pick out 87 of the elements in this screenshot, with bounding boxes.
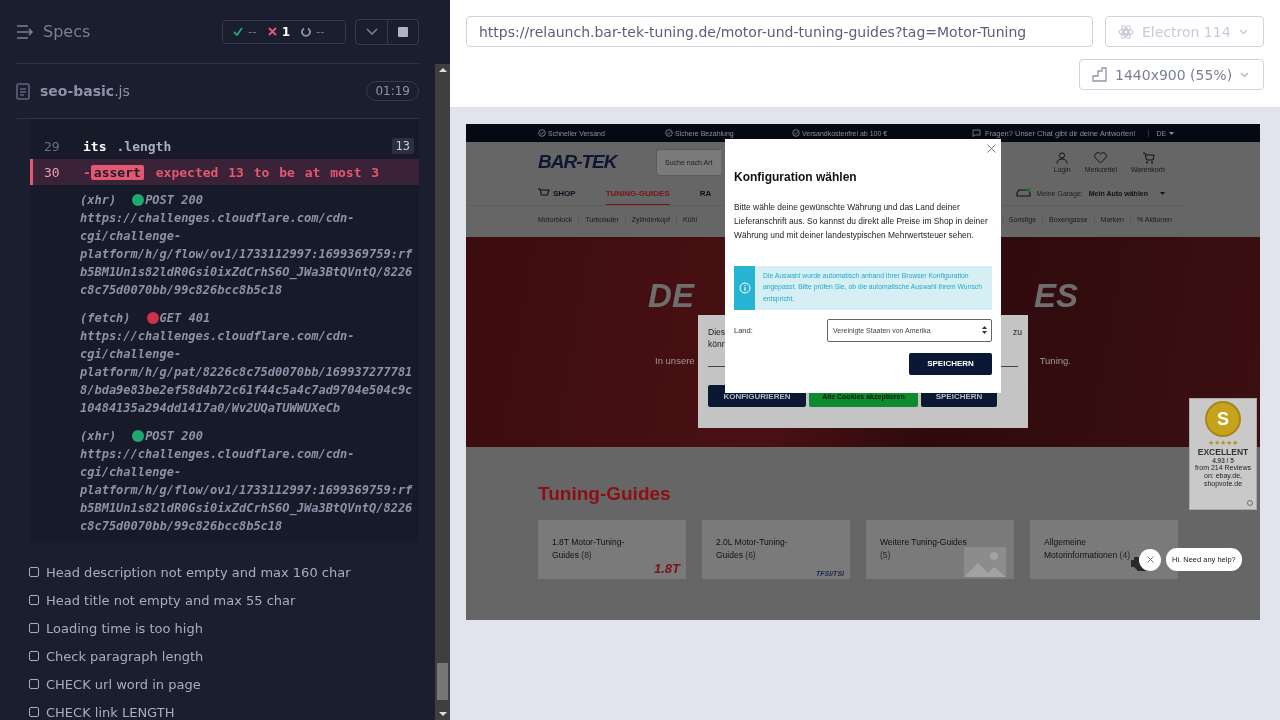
browser-icon <box>1118 23 1134 40</box>
stop-icon <box>398 26 408 37</box>
chat-bubble-icon <box>972 129 981 137</box>
info-icon <box>738 281 751 294</box>
spec-file-name: seo-basic.js <box>40 83 130 99</box>
check-circle-icon <box>792 129 800 137</box>
count-badge: 13 <box>391 138 414 154</box>
hero-subtitle: In unsere <box>655 355 695 366</box>
hero-title: ES <box>1033 277 1078 315</box>
test-status-icon <box>29 679 39 689</box>
image-placeholder-icon <box>964 547 1006 577</box>
section-title: Tuning-Guides <box>538 483 672 505</box>
hero-title: DE <box>648 277 694 315</box>
cart-icon <box>538 188 550 198</box>
test-status-icon <box>29 651 39 661</box>
nav-link[interactable]: SHOP <box>538 182 576 205</box>
cross-icon <box>267 27 277 36</box>
shop-logo[interactable]: BAR-TEK <box>538 151 656 173</box>
command-message: .length <box>116 138 172 154</box>
request-type: (fetch) <box>80 310 131 327</box>
scrollbar[interactable] <box>435 64 450 720</box>
cart-icon <box>1141 151 1155 164</box>
guide-card[interactable]: 1.8T Motor-Tuning-Guides (8) 1.8T <box>538 520 686 579</box>
test-title[interactable]: Head description not empty and max 160 char <box>46 564 351 580</box>
guide-logo: 1.8T <box>654 561 680 576</box>
command-name: assert <box>90 164 144 180</box>
request-status: POST 200 <box>145 192 203 209</box>
caret-icon <box>1169 131 1175 135</box>
test-status-icon <box>29 707 39 717</box>
viewport-select[interactable]: 1440x900 (55%) <box>1079 59 1264 90</box>
test-title[interactable]: Loading time is too high <box>46 620 203 636</box>
line-number: 30 <box>44 164 61 180</box>
test-status-icon <box>29 623 39 633</box>
request-type: (xhr) <box>80 428 117 445</box>
guide-title: Allgemeine Motorinformationen (4) <box>1044 536 1131 562</box>
file-icon <box>16 82 30 100</box>
close-icon <box>1146 556 1154 563</box>
chevron-down-icon <box>1240 71 1250 78</box>
guide-card[interactable]: Weitere Tuning-Guides (5) <box>866 520 1014 579</box>
check-circle-icon <box>665 129 673 137</box>
ruler-icon <box>1092 67 1107 82</box>
cookie-text: Dies <box>708 327 726 337</box>
info-icon[interactable] <box>1247 500 1253 506</box>
panel-title: Specs <box>43 22 91 41</box>
sort-arrows-icon <box>982 326 987 335</box>
user-icon <box>1056 151 1069 164</box>
guide-title: 1.8T Motor-Tuning-Guides (8) <box>552 536 626 562</box>
command-prefix: - <box>83 164 91 180</box>
chevron-down-icon <box>1238 28 1248 35</box>
dialog-title: Konfiguration wählen <box>734 170 858 184</box>
rating-label: EXCELLENT <box>1197 447 1249 457</box>
url-field[interactable]: https://relaunch.bar-tek-tuning.de/motor-und-tuning-guides?tag=Motor-Tuning <box>466 16 1093 47</box>
stat-count: -- <box>316 24 325 39</box>
guide-title: Weitere Tuning-Guides (5) <box>880 536 968 562</box>
request-url: https://challenges.cloudflare.com/cdn-cgi/challenge-platform/h/g/flow/ov1/1733112997:1699369759:rfb5BM1Un1s82ldR0Gsi0ixZdCrhS6O_JWa3BtQVntQ/8226c8c75d0070bb/99c826bcc8b5c18 <box>80 446 413 535</box>
spinner-icon <box>301 26 312 37</box>
request-url: https://challenges.cloudflare.com/cdn-cgi/challenge-platform/h/g/pat/8226c8c75d0070bb/1699372777818/bda9e83be2ef58d4b72c61f44c5a4c7ad9704e504c9c10484135a294dd1417a0/Wv2UQaTUWWUXeCb <box>80 328 413 417</box>
cookie-text: zu <box>1013 327 1022 339</box>
stat-count: 1 <box>281 24 291 39</box>
request-status: GET 401 <box>159 310 211 327</box>
test-title[interactable]: CHECK url word in page <box>46 676 201 692</box>
nav-link[interactable]: RA <box>699 182 712 205</box>
test-title[interactable]: Head title not empty and max 55 char <box>46 592 296 608</box>
command-message: expected 13 to be at most 3 <box>155 164 380 180</box>
line-number: 29 <box>44 138 61 154</box>
request-status: POST 200 <box>145 428 203 445</box>
test-title[interactable]: CHECK link LENGTH <box>46 704 175 720</box>
check-circle-icon <box>538 129 546 137</box>
check-icon <box>233 27 243 36</box>
test-status-icon <box>29 567 39 577</box>
save-button[interactable]: SPEICHERN <box>909 352 992 375</box>
rating-seal: S <box>1205 401 1241 437</box>
menu-icon[interactable] <box>16 24 36 39</box>
request-url: https://challenges.cloudflare.com/cdn-cgi/challenge-platform/h/g/flow/ov1/1733112997:1699369759:rfb5BM1Un1s82ldR0Gsi0ixZdCrhS6O_JWa3BtQVntQ/8226c8c75d0070bb/99c826bcc8b5c18 <box>80 210 413 299</box>
test-title[interactable]: Check paragraph length <box>46 648 204 664</box>
stat-count: -- <box>248 24 257 39</box>
heart-icon <box>1094 151 1108 164</box>
chevron-down-icon <box>365 28 378 35</box>
hero-subtitle: Tuning. <box>1039 355 1071 366</box>
dialog-text: Bitte wähle deine gewünschte Währung und das Land deiner Lieferanschrift aus. So kannst du direkt alle Preise im Shop in deiner Währung und mit deiner landestypischen Mehrwertsteuer sehen. <box>734 201 989 243</box>
request-type: (xhr) <box>80 192 117 209</box>
car-icon <box>1016 188 1033 199</box>
command-name: its <box>83 138 107 154</box>
guide-title: 2.0L Motor-Tuning-Guides (6) <box>716 536 789 562</box>
test-status-icon <box>29 595 39 605</box>
close-icon[interactable] <box>987 144 996 153</box>
caret-icon <box>1160 192 1165 195</box>
